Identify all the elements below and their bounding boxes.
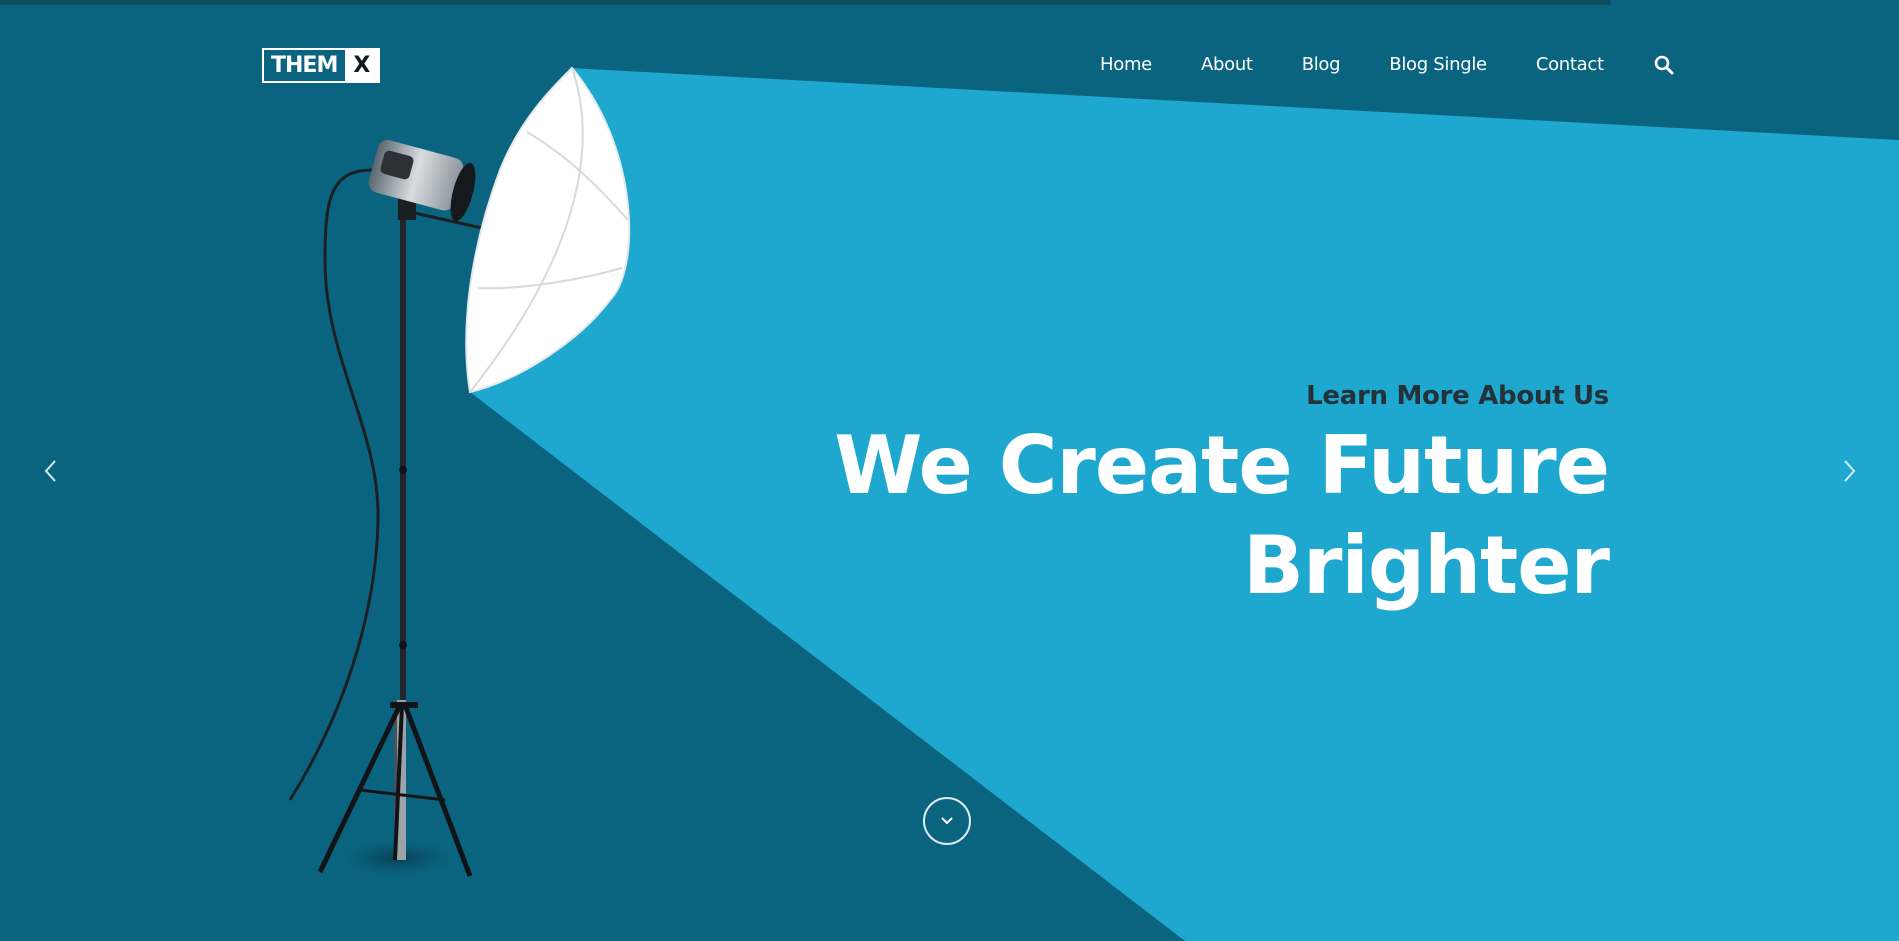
logo[interactable]: THEM X bbox=[262, 48, 381, 83]
nav-item-blog-single[interactable]: Blog Single bbox=[1389, 52, 1487, 78]
search-icon[interactable] bbox=[1653, 54, 1675, 76]
slider-next-button[interactable] bbox=[1834, 456, 1864, 486]
logo-text-accent: X bbox=[345, 50, 379, 81]
hero-headline: We Create Future Brighter bbox=[834, 416, 1610, 616]
slider-prev-button[interactable] bbox=[36, 456, 66, 486]
nav-item-about[interactable]: About bbox=[1201, 52, 1253, 78]
studio-light-illustration bbox=[288, 66, 631, 880]
hero-headline-line-2: Brighter bbox=[1242, 519, 1610, 612]
hero-eyebrow: Learn More About Us bbox=[1306, 381, 1609, 411]
hero-caption: Learn More About Us We Create Future Bri… bbox=[834, 376, 1610, 616]
hero-headline-line-1: We Create Future bbox=[834, 419, 1610, 512]
hero-section: THEM X Home About Blog Blog Single Conta… bbox=[0, 0, 1899, 941]
chevron-right-icon bbox=[1844, 460, 1856, 482]
nav-item-home[interactable]: Home bbox=[1100, 52, 1152, 78]
main-nav: Home About Blog Blog Single Contact bbox=[1100, 52, 1675, 78]
chevron-down-icon bbox=[941, 817, 953, 825]
nav-item-contact[interactable]: Contact bbox=[1536, 52, 1604, 78]
scroll-down-button[interactable] bbox=[923, 797, 971, 845]
chevron-left-icon bbox=[44, 460, 56, 482]
nav-item-blog[interactable]: Blog bbox=[1302, 52, 1341, 78]
logo-text-primary: THEM bbox=[271, 53, 338, 78]
